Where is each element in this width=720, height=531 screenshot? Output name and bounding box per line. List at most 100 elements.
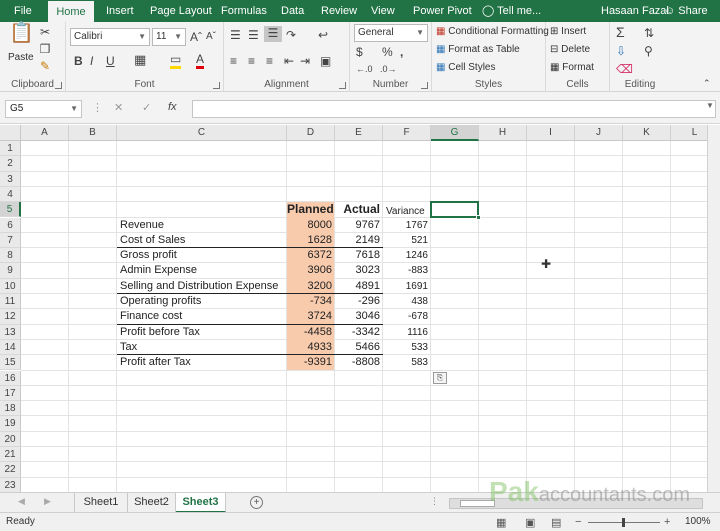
row-header-14[interactable]: 14	[0, 339, 21, 356]
row-header-11[interactable]: 11	[0, 294, 21, 310]
wrap-text-icon[interactable]: ↩	[318, 28, 328, 42]
align-right-icon[interactable]: ≡	[266, 54, 273, 68]
row-header-3[interactable]: 3	[0, 171, 21, 187]
decrease-indent-icon[interactable]: ⇤	[284, 54, 294, 68]
cell-f10-variance[interactable]: 1691	[383, 279, 431, 294]
increase-indent-icon[interactable]: ⇥	[300, 54, 310, 68]
expand-formula-icon[interactable]: ▼	[706, 101, 714, 110]
insert-function-button[interactable]: fx	[168, 101, 177, 113]
middle-align-icon[interactable]: ☰	[248, 28, 259, 42]
vertical-scrollbar[interactable]	[707, 125, 720, 492]
cell-d11-planned[interactable]: -734	[287, 294, 335, 309]
cell-d14-planned[interactable]: 4933	[287, 340, 335, 355]
cell-d9-planned[interactable]: 3906	[287, 263, 335, 278]
cell-c8-label[interactable]: Gross profit	[117, 248, 287, 263]
delete-cells-button[interactable]: ⊟ Delete	[550, 44, 590, 55]
borders-icon[interactable]: ▦	[134, 53, 146, 67]
cell-e14-actual[interactable]: 5466	[335, 340, 383, 355]
row-header-2[interactable]: 2	[0, 156, 21, 172]
new-sheet-button[interactable]: +	[250, 496, 263, 509]
cell-e13-actual[interactable]: -3342	[335, 325, 383, 340]
sheet-tab-sheet2[interactable]: Sheet2	[128, 493, 176, 513]
tab-review[interactable]: Review	[321, 0, 357, 22]
worksheet-grid[interactable]: A B C D E F G H I J K L 1 2 3 4 5 6 7 8 9 10 11 12 13 14 15 16 17 18 1…	[0, 125, 720, 492]
copy-icon[interactable]: ❐	[38, 42, 52, 56]
fill-handle[interactable]	[476, 215, 481, 221]
row-header-8[interactable]: 8	[0, 248, 21, 264]
cell-d7-planned[interactable]: 1628	[287, 233, 335, 248]
fill-icon[interactable]: ⇩	[616, 44, 626, 58]
cell-d5-planned-header[interactable]: Planned	[287, 202, 335, 217]
bold-button[interactable]: B	[74, 54, 83, 68]
cell-e12-actual[interactable]: 3046	[335, 309, 383, 324]
column-header-i[interactable]: I	[527, 125, 575, 141]
tab-data[interactable]: Data	[281, 0, 304, 22]
enter-icon[interactable]: ✓	[142, 101, 151, 114]
format-painter-icon[interactable]: ✎	[38, 59, 52, 73]
column-header-h[interactable]: H	[479, 125, 527, 141]
sheet-tab-sheet1[interactable]: Sheet1	[74, 493, 128, 513]
column-header-d[interactable]: D	[287, 125, 335, 141]
previous-sheet-icon[interactable]: ◀	[18, 496, 25, 507]
column-header-g[interactable]: G	[431, 125, 479, 141]
cell-styles-button[interactable]: ▦ Cell Styles	[436, 62, 495, 73]
cell-d15-planned[interactable]: -9391	[287, 355, 335, 370]
insert-cells-button[interactable]: ⊞ Insert	[550, 26, 586, 37]
collapse-ribbon-icon[interactable]: ⌃	[703, 76, 711, 90]
row-header-5[interactable]: 5	[0, 202, 21, 218]
row-header-1[interactable]: 1	[0, 141, 21, 157]
page-layout-view-icon[interactable]: ▣	[525, 516, 535, 529]
cell-d6-planned[interactable]: 8000	[287, 218, 335, 233]
orientation-icon[interactable]: ↷	[286, 28, 296, 42]
autosum-icon[interactable]: Σ	[616, 25, 625, 39]
cell-c7-label[interactable]: Cost of Sales	[117, 233, 287, 248]
row-header-9[interactable]: 9	[0, 263, 21, 279]
cell-c6-label[interactable]: Revenue	[117, 218, 287, 233]
conditional-formatting-button[interactable]: ▦ Conditional Formatting	[436, 26, 549, 37]
cell-e6-actual[interactable]: 9767	[335, 218, 383, 233]
decrease-font-icon[interactable]: Aˇ	[206, 30, 216, 44]
row-header-17[interactable]: 17	[0, 385, 21, 402]
cell-d8-planned[interactable]: 6372	[287, 248, 335, 263]
cell-f14-variance[interactable]: 533	[383, 340, 431, 355]
tab-power-pivot[interactable]: Power Pivot	[413, 0, 472, 22]
zoom-slider-thumb[interactable]	[622, 518, 625, 527]
font-size-dropdown[interactable]: 11 ▼	[152, 28, 186, 46]
column-header-k[interactable]: K	[623, 125, 671, 141]
tab-view[interactable]: View	[371, 0, 395, 22]
clear-icon[interactable]: ⌫	[616, 62, 633, 76]
comma-button[interactable]: ,	[400, 45, 403, 59]
cell-f8-variance[interactable]: 1246	[383, 248, 431, 263]
row-header-18[interactable]: 18	[0, 401, 21, 417]
alignment-dialog-launcher[interactable]	[339, 82, 346, 89]
paste-button[interactable]: Paste	[8, 52, 34, 63]
percent-button[interactable]: %	[382, 45, 393, 59]
cell-e5-actual-header[interactable]: Actual	[335, 202, 383, 217]
active-cell-g5[interactable]	[430, 201, 481, 221]
page-break-view-icon[interactable]: ▤	[551, 516, 561, 529]
cell-e15-actual[interactable]: -8808	[335, 355, 383, 370]
paste-icon[interactable]: 📋	[9, 23, 34, 52]
tab-formulas[interactable]: Formulas	[221, 0, 267, 22]
font-dialog-launcher[interactable]	[213, 82, 220, 89]
cell-f12-variance[interactable]: -678	[383, 309, 431, 324]
top-align-icon[interactable]: ☰	[230, 28, 241, 42]
tab-home[interactable]: Home	[48, 0, 94, 22]
decrease-decimal-icon[interactable]: .0→	[380, 62, 397, 76]
cell-d13-planned[interactable]: -4458	[287, 325, 335, 340]
cell-c11-label[interactable]: Operating profits	[117, 294, 287, 309]
font-color-icon[interactable]: A	[196, 52, 205, 69]
align-left-icon[interactable]: ≡	[230, 54, 237, 68]
cell-e11-actual[interactable]: -296	[335, 294, 383, 309]
merge-center-icon[interactable]: ▣	[320, 54, 331, 68]
cell-f15-variance[interactable]: 583	[383, 355, 431, 370]
column-header-j[interactable]: J	[575, 125, 623, 141]
zoom-in-icon[interactable]: +	[664, 516, 670, 528]
zoom-out-icon[interactable]: −	[575, 516, 581, 528]
cell-e9-actual[interactable]: 3023	[335, 263, 383, 278]
font-name-dropdown[interactable]: Calibri ▼	[70, 28, 150, 46]
cell-d10-planned[interactable]: 3200	[287, 279, 335, 294]
format-cells-button[interactable]: ▦ Format	[550, 62, 594, 73]
row-header-16[interactable]: 16	[0, 370, 21, 386]
paste-options-icon[interactable]: ⎘	[433, 371, 447, 384]
